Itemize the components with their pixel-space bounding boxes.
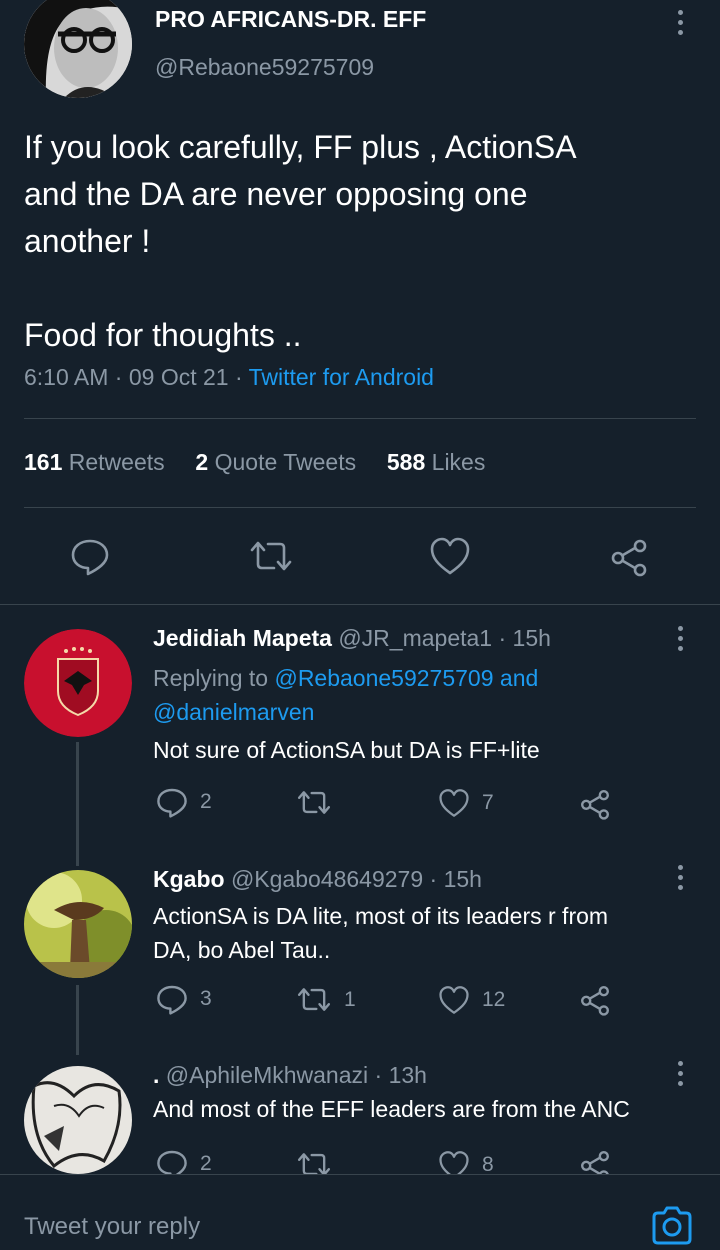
tweet-source-link[interactable]: Twitter for Android bbox=[249, 364, 434, 390]
likes-stat[interactable]: 588 Likes bbox=[387, 449, 485, 475]
reply-author-name[interactable]: Kgabo bbox=[153, 866, 225, 892]
camera-icon bbox=[652, 1206, 692, 1245]
reply-header: Kgabo @Kgabo48649279 · 15h bbox=[153, 866, 482, 892]
reply-header: Jedidiah Mapeta @JR_mapeta1 · 15h bbox=[153, 625, 551, 651]
reply-author-handle[interactable]: @AphileMkhwanazi bbox=[166, 1062, 368, 1088]
replying-to-prefix: Replying to bbox=[153, 665, 269, 691]
more-options-icon[interactable] bbox=[668, 7, 692, 37]
more-options-icon[interactable] bbox=[668, 623, 692, 653]
tweet-text: If you look carefully, FF plus , ActionS… bbox=[24, 124, 577, 359]
section-divider bbox=[0, 604, 720, 605]
author-avatar-image bbox=[24, 0, 132, 98]
reply-author-handle[interactable]: @JR_mapeta1 bbox=[338, 625, 492, 651]
reply-avatar[interactable] bbox=[24, 1066, 132, 1174]
camera-button[interactable] bbox=[650, 1205, 694, 1250]
reply-header: . @AphileMkhwanazi · 13h bbox=[153, 1062, 427, 1088]
tweet-text-line: another ! bbox=[24, 223, 151, 259]
retweet-button[interactable] bbox=[248, 538, 294, 574]
divider bbox=[24, 507, 696, 508]
reply-text: Not sure of ActionSA but DA is FF+lite bbox=[153, 737, 540, 763]
likes-label: Likes bbox=[431, 449, 486, 475]
thread-line bbox=[76, 742, 79, 866]
more-options-icon[interactable] bbox=[668, 1058, 692, 1088]
share-button[interactable] bbox=[579, 788, 611, 820]
like-button[interactable]: 7 bbox=[438, 788, 494, 818]
author-name[interactable]: PRO AFRICANS-DR. EFF bbox=[155, 6, 426, 33]
author-avatar[interactable] bbox=[24, 0, 132, 98]
retweet-icon bbox=[297, 791, 331, 814]
like-count: 7 bbox=[482, 791, 494, 814]
retweets-label: Retweets bbox=[68, 449, 165, 475]
quote-tweets-label: Quote Tweets bbox=[214, 449, 357, 475]
reply-text: ActionSA is DA lite, most of its leaders… bbox=[153, 899, 608, 967]
tweet-reply-input[interactable]: Tweet your reply bbox=[24, 1213, 200, 1241]
like-icon bbox=[430, 537, 470, 575]
reply-author-name[interactable]: . bbox=[153, 1062, 159, 1088]
retweets-count: 161 bbox=[24, 449, 63, 475]
share-icon bbox=[581, 790, 609, 820]
reply-avatar[interactable] bbox=[24, 629, 132, 737]
replying-to-link[interactable]: @danielmarven bbox=[153, 699, 314, 725]
retweet-icon bbox=[297, 988, 331, 1011]
like-icon bbox=[439, 789, 469, 817]
share-button[interactable] bbox=[609, 537, 649, 577]
likes-count: 588 bbox=[386, 449, 426, 475]
reply-time: 15h bbox=[512, 625, 551, 651]
retweet-button[interactable]: 1 bbox=[296, 985, 356, 1014]
reply-time: 13h bbox=[388, 1062, 427, 1088]
reply-avatar-image bbox=[24, 870, 132, 978]
reply-count: 2 bbox=[200, 790, 212, 813]
replying-to: Replying to @Rebaone59275709 and @daniel… bbox=[153, 661, 653, 729]
club-crest-image bbox=[24, 629, 132, 737]
share-button[interactable] bbox=[579, 984, 611, 1016]
divider bbox=[24, 418, 696, 419]
tweet-meta: 6:10 AM · 09 Oct 21 · Twitter for Androi… bbox=[24, 364, 434, 390]
reply-count: 2 bbox=[200, 1152, 212, 1175]
tweet-date: 09 Oct 21 bbox=[128, 364, 229, 390]
reply-text: And most of the EFF leaders are from the… bbox=[153, 1096, 630, 1122]
like-button[interactable] bbox=[429, 536, 471, 576]
like-count: 12 bbox=[482, 988, 506, 1011]
author-handle[interactable]: @Rebaone59275709 bbox=[155, 54, 374, 81]
reply-text-line: DA, bo Abel Tau.. bbox=[153, 937, 331, 963]
quote-tweets-stat[interactable]: 2 Quote Tweets bbox=[195, 449, 362, 475]
like-icon bbox=[439, 986, 469, 1014]
tweet-text-line: and the DA are never opposing one bbox=[24, 176, 528, 212]
reply-composer: Tweet your reply bbox=[0, 1174, 720, 1245]
reply-avatar[interactable] bbox=[24, 870, 132, 978]
more-options-icon[interactable] bbox=[668, 862, 692, 892]
share-icon bbox=[611, 539, 647, 577]
reply-author-handle[interactable]: @Kgabo48649279 bbox=[231, 866, 423, 892]
tweet-time: 6:10 AM bbox=[24, 364, 109, 390]
tweet-text-line: Food for thoughts .. bbox=[24, 317, 302, 353]
reply-text-line: ActionSA is DA lite, most of its leaders… bbox=[153, 903, 609, 929]
reply-avatar-image bbox=[24, 1066, 132, 1174]
reply-icon bbox=[157, 985, 187, 1015]
retweet-button[interactable] bbox=[296, 788, 344, 817]
reply-icon bbox=[71, 539, 109, 576]
retweet-count: 1 bbox=[344, 987, 356, 1011]
retweet-icon bbox=[250, 541, 292, 571]
reply-button[interactable]: 3 bbox=[156, 983, 212, 1015]
reply-button[interactable]: 2 bbox=[156, 786, 212, 818]
replying-to-link[interactable]: @Rebaone59275709 bbox=[274, 665, 493, 691]
retweets-stat[interactable]: 161 Retweets bbox=[24, 449, 171, 475]
quote-tweets-count: 2 bbox=[195, 449, 209, 475]
share-icon bbox=[581, 986, 609, 1016]
thread-line bbox=[76, 985, 79, 1055]
reply-icon bbox=[157, 788, 187, 818]
replying-to-and[interactable]: and bbox=[500, 665, 538, 691]
engagement-stats: 161 Retweets 2 Quote Tweets 588 Likes bbox=[24, 449, 485, 476]
like-button[interactable]: 12 bbox=[438, 985, 505, 1015]
reply-count: 3 bbox=[200, 987, 212, 1010]
reply-author-name[interactable]: Jedidiah Mapeta bbox=[153, 625, 332, 651]
reply-button[interactable] bbox=[70, 536, 110, 576]
tweet-text-line: If you look carefully, FF plus , ActionS… bbox=[24, 129, 577, 165]
reply-time: 15h bbox=[443, 866, 482, 892]
